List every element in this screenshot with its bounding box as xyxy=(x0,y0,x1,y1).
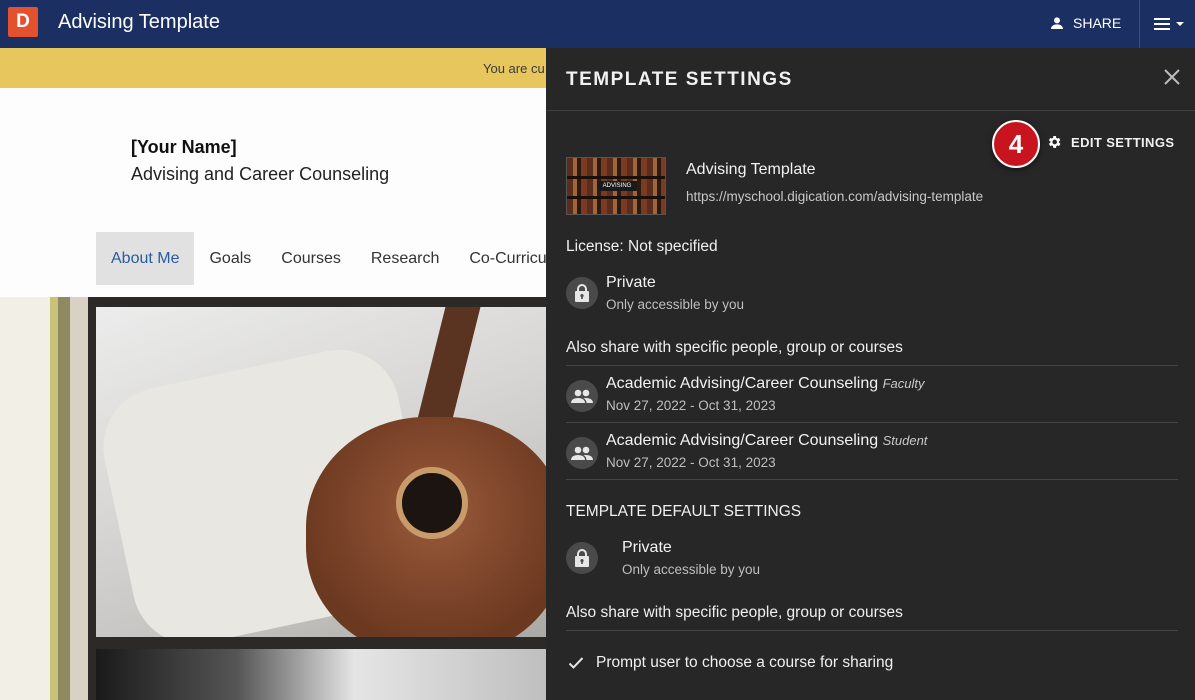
template-url[interactable]: https://myschool.digication.com/advising… xyxy=(686,189,983,204)
default-share-divider xyxy=(566,630,1178,631)
person-icon xyxy=(1051,17,1063,29)
group-icon-circle xyxy=(566,380,598,412)
share-button-label: SHARE xyxy=(1073,15,1122,31)
books-image xyxy=(0,297,88,700)
share-item-dates: Nov 27, 2022 - Oct 31, 2023 xyxy=(606,398,776,413)
main-menu-button[interactable] xyxy=(1154,14,1188,34)
default-privacy-subtitle: Only accessible by you xyxy=(622,562,761,577)
panel-title: TEMPLATE SETTINGS xyxy=(566,69,793,90)
share-item-dates: Nov 27, 2022 - Oct 31, 2023 xyxy=(606,455,776,470)
privacy-title: Private xyxy=(606,274,656,291)
hamburger-icon xyxy=(1154,18,1170,30)
privacy-subtitle: Only accessible by you xyxy=(606,297,745,312)
nav-item-courses[interactable]: Courses xyxy=(266,232,356,285)
checkmark-icon xyxy=(568,657,584,669)
lock-icon-circle xyxy=(566,277,598,309)
default-privacy-title: Private xyxy=(622,539,672,556)
group-icon-circle xyxy=(566,437,598,469)
page-nav: About Me Goals Courses Research Co-Curri… xyxy=(96,232,562,285)
edit-settings-label: EDIT SETTINGS xyxy=(1071,134,1175,150)
guitar-soundhole-shape xyxy=(396,467,468,539)
thumbnail-shelf xyxy=(567,196,665,199)
share-button[interactable]: SHARE xyxy=(1049,12,1121,34)
thumbnail-label: ADVISING xyxy=(597,181,637,191)
nav-item-research[interactable]: Research xyxy=(356,232,454,285)
share-item-role: Faculty xyxy=(882,376,925,391)
topbar-divider xyxy=(1139,0,1140,48)
app-logo[interactable]: D xyxy=(8,7,38,37)
share-heading: Also share with specific people, group o… xyxy=(566,339,903,356)
default-share-heading: Also share with specific people, group o… xyxy=(566,604,903,621)
caret-down-icon xyxy=(1176,22,1184,26)
lock-icon xyxy=(575,549,589,567)
defaults-heading: TEMPLATE DEFAULT SETTINGS xyxy=(566,503,802,520)
step-badge: 4 xyxy=(992,120,1040,168)
close-panel-button[interactable] xyxy=(1163,68,1181,86)
thumbnail-shelf xyxy=(567,176,665,179)
page-subtitle: Advising and Career Counseling xyxy=(131,164,390,184)
group-icon xyxy=(571,446,593,460)
owner-name: [Your Name] xyxy=(131,137,237,157)
share-divider xyxy=(566,365,1178,366)
edit-settings-button[interactable]: EDIT SETTINGS xyxy=(1046,133,1174,151)
group-icon xyxy=(571,389,593,403)
prompt-course-option: Prompt user to choose a course for shari… xyxy=(596,654,894,671)
notice-banner: You are cu xyxy=(0,48,560,88)
lock-icon-circle xyxy=(566,542,598,574)
share-item-title[interactable]: Academic Advising/Career Counseling Stud… xyxy=(606,432,927,450)
second-photo xyxy=(96,649,560,700)
share-item-name: Academic Advising/Career Counseling xyxy=(606,375,879,392)
close-icon xyxy=(1164,69,1180,85)
panel-divider xyxy=(546,110,1195,111)
nav-item-goals[interactable]: Goals xyxy=(194,232,266,285)
share-divider xyxy=(566,479,1178,480)
lock-icon xyxy=(575,284,589,302)
guitar-photo xyxy=(96,307,560,637)
top-bar: D Advising Template SHARE xyxy=(0,0,1195,48)
gear-icon xyxy=(1048,136,1061,148)
template-name: Advising Template xyxy=(686,161,816,178)
license-text: License: Not specified xyxy=(566,238,718,255)
share-item-title[interactable]: Academic Advising/Career Counseling Facu… xyxy=(606,375,925,393)
share-item-role: Student xyxy=(882,433,928,448)
template-settings-panel: TEMPLATE SETTINGS 4 EDIT SETTINGS ADVISI… xyxy=(546,48,1195,700)
nav-item-about-me[interactable]: About Me xyxy=(96,232,195,285)
page-image-area xyxy=(0,297,560,700)
notice-banner-text: You are cu xyxy=(483,61,545,76)
template-thumbnail: ADVISING xyxy=(566,157,666,215)
app-title: Advising Template xyxy=(58,11,220,33)
share-item-name: Academic Advising/Career Counseling xyxy=(606,432,879,449)
share-divider xyxy=(566,422,1178,423)
